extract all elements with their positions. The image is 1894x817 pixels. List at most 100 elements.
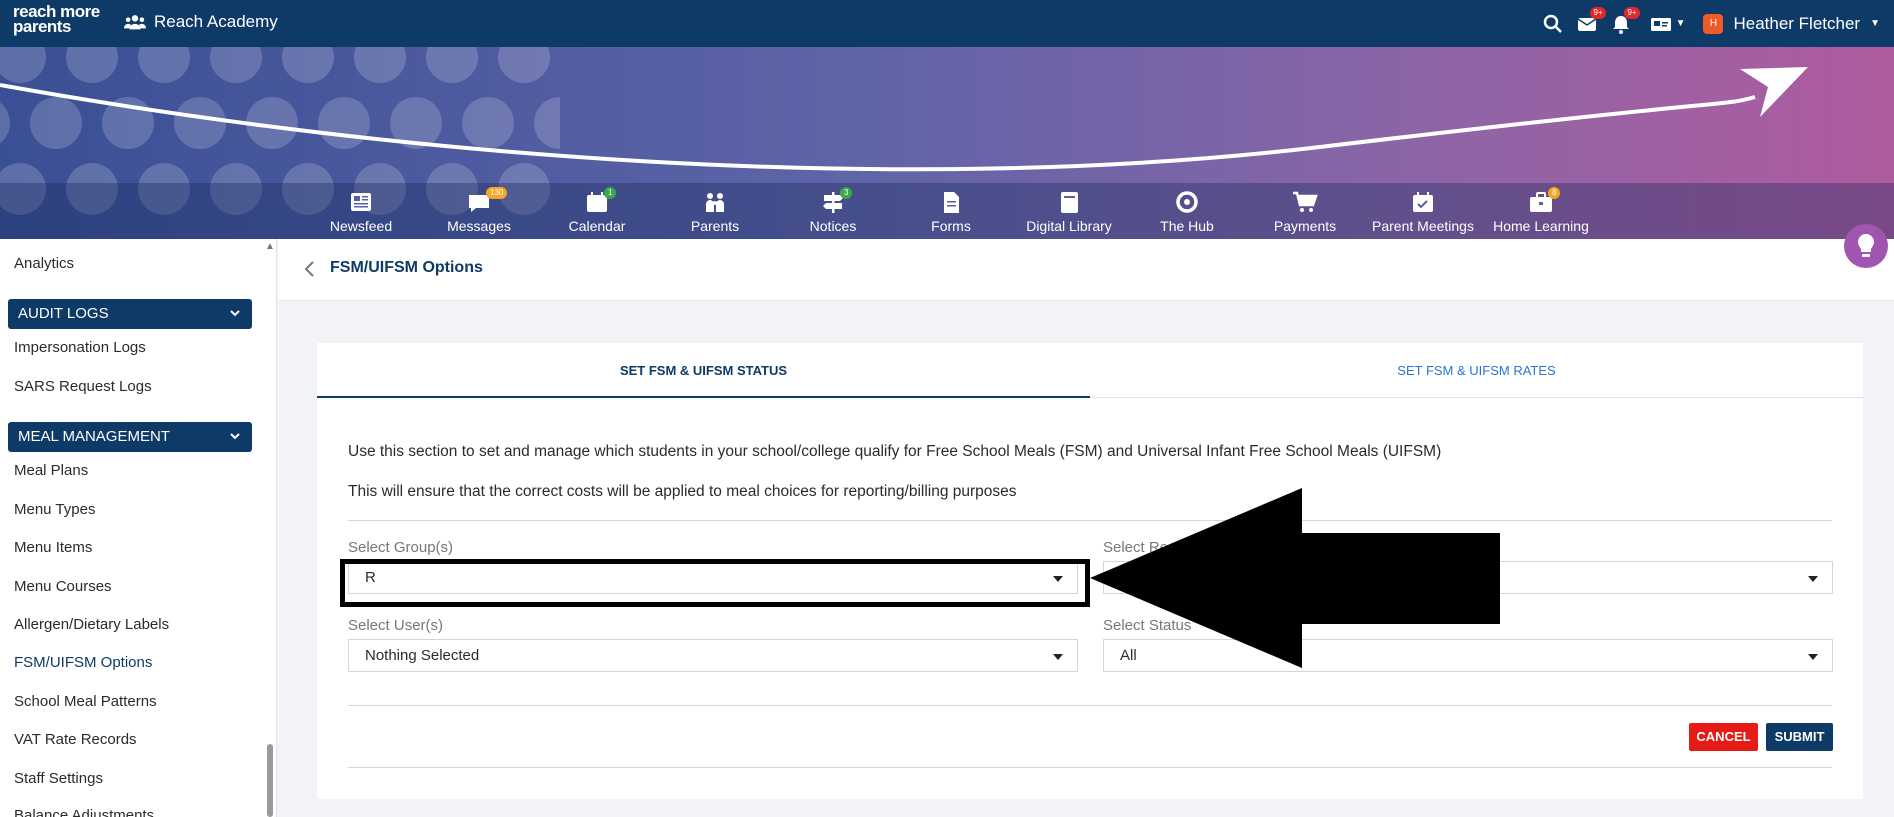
sidebar-section-meal-management[interactable]: MEAL MANAGEMENT [8, 422, 252, 452]
user-select-value: Nothing Selected [365, 647, 480, 664]
pointer-arrow [1090, 488, 1500, 668]
divider [348, 767, 1832, 768]
intro-text-2: This will ensure that the correct costs … [348, 483, 1017, 500]
nav-item-parents[interactable]: Parents [660, 183, 770, 239]
bell-badge: 9+ [1624, 6, 1640, 19]
search-icon [1543, 14, 1562, 33]
nav-label: Calendar [568, 218, 626, 234]
user-name[interactable]: Heather Fletcher [1733, 14, 1860, 34]
sidebar-scrollbar[interactable]: ▲ [265, 239, 275, 817]
sidebar-item-menu-courses[interactable]: Menu Courses [14, 578, 112, 595]
user-select[interactable]: Nothing Selected [348, 639, 1078, 672]
logo-line2: parents [13, 17, 71, 36]
school-name: Reach Academy [154, 12, 278, 31]
paper-plane-icon [1740, 67, 1808, 117]
cart-icon [1293, 191, 1318, 212]
id-card-button[interactable] [1650, 13, 1672, 35]
nav-badge: 130 [486, 187, 508, 199]
nav-item-parent-meetings[interactable]: Parent Meetings [1368, 183, 1478, 239]
app-logo[interactable]: reach more parents [13, 3, 100, 36]
newspaper-icon [351, 193, 371, 211]
search-button[interactable] [1542, 13, 1564, 35]
group-icon [124, 15, 146, 30]
nav-badge: 1 [604, 187, 617, 199]
scrollbar-thumb[interactable] [267, 744, 273, 817]
nav-label: Parent Meetings [1372, 218, 1474, 234]
sidebar-item-staff-settings[interactable]: Staff Settings [14, 770, 103, 787]
avatar[interactable]: H [1703, 13, 1724, 34]
id-card-icon [1650, 17, 1671, 31]
user-label: Select User(s) [348, 617, 444, 634]
divider [348, 705, 1832, 706]
caret-down-icon [1808, 576, 1818, 582]
sidebar-item-fsm-options[interactable]: FSM/UIFSM Options [14, 654, 152, 671]
lifebuoy-icon [1176, 191, 1198, 213]
sidebar-item-vat-rate-records[interactable]: VAT Rate Records [14, 731, 137, 748]
chevron-down-icon [230, 433, 240, 440]
document-icon [944, 192, 959, 213]
nav-label: Payments [1273, 218, 1337, 234]
nav-item-forms[interactable]: Forms [896, 183, 1006, 239]
sidebar-item-balance-adjustments[interactable]: Balance Adjustments [14, 807, 154, 817]
sidebar-item-school-meal-patterns[interactable]: School Meal Patterns [14, 693, 157, 710]
intro-text-1: Use this section to set and manage which… [348, 443, 1442, 460]
tab-set-status[interactable]: SET FSM & UIFSM STATUS [317, 343, 1090, 398]
chevron-down-icon[interactable]: ▼ [1676, 18, 1686, 29]
book-icon [1061, 192, 1078, 213]
user-menu-chevron-icon[interactable]: ▼ [1870, 18, 1880, 29]
help-bulb-button[interactable] [1844, 224, 1888, 268]
notifications-button[interactable]: 9+ [1610, 6, 1640, 35]
sidebar-item-allergen-labels[interactable]: Allergen/Dietary Labels [14, 616, 169, 633]
nav-item-the-hub[interactable]: The Hub [1132, 183, 1242, 239]
calendar-check-icon [1413, 192, 1433, 212]
cancel-button[interactable]: CANCEL [1689, 723, 1758, 751]
nav-label: Messages [447, 218, 511, 234]
main-nav: Newsfeed Messages 130 Calendar 1 Parents Notic… [0, 183, 1894, 239]
school-switcher[interactable]: Reach Academy [124, 12, 278, 32]
nav-item-payments[interactable]: Payments [1250, 183, 1360, 239]
page-header: FSM/UIFSM Options [278, 239, 1894, 301]
section-label: AUDIT LOGS [18, 305, 109, 322]
nav-item-home-learning[interactable]: Home Learning 8 [1486, 183, 1596, 239]
nav-badge: 8 [1548, 187, 1561, 199]
sidebar-item-menu-items[interactable]: Menu Items [14, 539, 92, 556]
group-label: Select Group(s) [348, 539, 454, 556]
sidebar-item-menu-types[interactable]: Menu Types [14, 501, 95, 518]
scroll-up-icon[interactable]: ▲ [265, 241, 275, 252]
family-icon [706, 193, 724, 212]
nav-item-digital-library[interactable]: Digital Library [1014, 183, 1124, 239]
sidebar-section-audit-logs[interactable]: AUDIT LOGS [8, 299, 252, 329]
caret-down-icon [1053, 654, 1063, 660]
top-actions: 9+ 9+ ▼ H Heather Fletcher ▼ [1530, 0, 1894, 47]
nav-item-calendar[interactable]: Calendar 1 [542, 183, 652, 239]
tab-set-rates[interactable]: SET FSM & UIFSM RATES [1090, 343, 1863, 398]
nav-label: Newsfeed [329, 218, 393, 234]
nav-item-notices[interactable]: Notices 3 [778, 183, 888, 239]
page-title: FSM/UIFSM Options [330, 259, 483, 276]
nav-label: Forms [931, 218, 971, 234]
mail-badge: 9+ [1590, 6, 1606, 19]
chevron-down-icon [230, 310, 240, 317]
nav-label: Home Learning [1493, 218, 1589, 234]
sidebar-item-analytics[interactable]: Analytics [14, 255, 74, 272]
section-label: MEAL MANAGEMENT [18, 428, 170, 445]
caret-down-icon [1808, 654, 1818, 660]
hero-banner: Newsfeed Messages 130 Calendar 1 Parents Notic… [0, 47, 1894, 239]
sidebar-item-impersonation-logs[interactable]: Impersonation Logs [14, 339, 146, 356]
sidebar-item-meal-plans[interactable]: Meal Plans [14, 462, 88, 479]
mail-button[interactable]: 9+ [1576, 6, 1606, 35]
submit-button[interactable]: SUBMIT [1766, 723, 1833, 751]
nav-badge: 3 [840, 187, 853, 199]
sidebar: Analytics AUDIT LOGS Impersonation Logs … [0, 239, 277, 817]
back-chevron-icon[interactable] [302, 259, 316, 279]
nav-label: Parents [690, 218, 740, 234]
nav-label: The Hub [1160, 218, 1214, 234]
nav-item-messages[interactable]: Messages 130 [424, 183, 534, 239]
lightbulb-icon [1858, 234, 1874, 257]
nav-label: Notices [809, 218, 857, 234]
nav-label: Digital Library [1026, 218, 1112, 234]
nav-item-newsfeed[interactable]: Newsfeed [306, 183, 416, 239]
highlight-box [340, 559, 1090, 607]
top-bar: reach more parents Reach Academy 9+ 9+ ▼… [0, 0, 1894, 47]
sidebar-item-sars-request-logs[interactable]: SARS Request Logs [14, 378, 152, 395]
